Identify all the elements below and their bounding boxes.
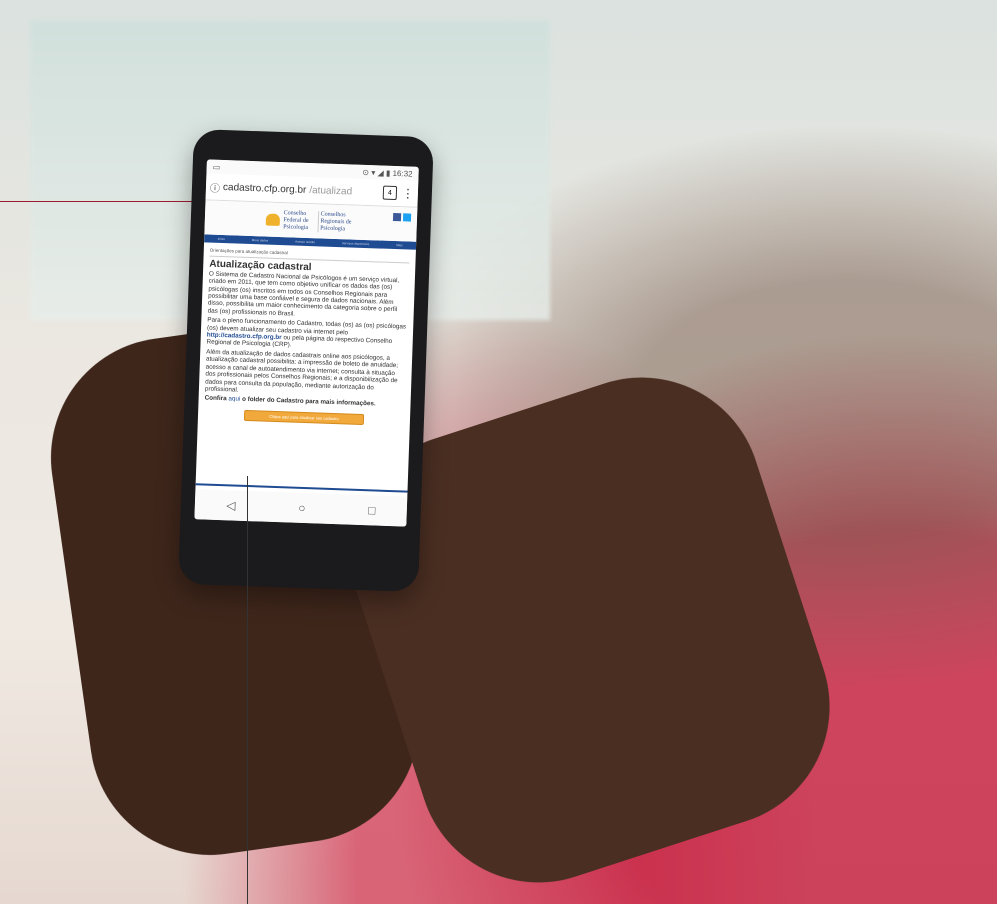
update-cadastro-button[interactable]: Clique aqui para atualizar seu cadastro xyxy=(243,409,365,425)
social-links xyxy=(392,212,412,222)
back-icon[interactable]: ◁ xyxy=(226,498,236,512)
url-path: /atualizad xyxy=(309,184,353,198)
nav-item[interactable]: Acesso restrito xyxy=(295,240,315,245)
callout-line-url xyxy=(0,201,205,202)
cfp-logo-icon xyxy=(265,213,280,226)
nav-item[interactable]: Início xyxy=(218,237,225,241)
paragraph-features: Além da atualização de dados cadastrais … xyxy=(204,348,399,394)
paragraph-intro: O Sistema de Cadastro Nacional de Psicól… xyxy=(207,270,400,318)
callout-line-button xyxy=(247,476,248,904)
nav-item[interactable]: Mais xyxy=(396,243,402,247)
home-icon[interactable]: ○ xyxy=(298,501,306,515)
facebook-icon[interactable] xyxy=(392,212,402,222)
smartphone: ▭ ⊙ ▾ ◢ ▮ 16:32 ⓘ cadastro.cfp.org.br/at… xyxy=(178,128,434,593)
folder-link[interactable]: aqui xyxy=(228,396,240,403)
logo-right-text: Conselhos Regionais de Psicologia xyxy=(316,210,357,234)
nav-item[interactable]: Serviços disponíveis xyxy=(342,241,369,246)
android-nav-bar: ◁ ○ □ xyxy=(194,489,408,527)
url-field[interactable]: ⓘ cadastro.cfp.org.br/atualizad xyxy=(210,179,378,200)
recent-apps-icon[interactable]: □ xyxy=(368,503,376,517)
twitter-icon[interactable] xyxy=(402,213,412,222)
browser-menu-icon[interactable]: ⋮ xyxy=(402,186,414,200)
background-photo xyxy=(0,0,997,914)
status-icons: ⊙ ▾ ◢ ▮ 16:32 xyxy=(362,167,413,179)
url-host: cadastro.cfp.org.br xyxy=(222,181,307,196)
nav-item[interactable]: Meus dados xyxy=(252,238,268,243)
page-content: Orientações para atualização cadastral A… xyxy=(198,242,416,430)
paragraph-update: Para o pleno funcionamento do Cadastro, … xyxy=(206,316,407,349)
info-icon[interactable]: ⓘ xyxy=(210,179,221,194)
clock: 16:32 xyxy=(392,168,413,179)
phone-screen: ▭ ⊙ ▾ ◢ ▮ 16:32 ⓘ cadastro.cfp.org.br/at… xyxy=(194,159,419,527)
logo-left-text: Conselho Federal de Psicologia xyxy=(283,209,309,231)
tab-switcher-button[interactable]: 4 xyxy=(382,185,398,201)
notification-icon: ▭ xyxy=(212,162,221,172)
